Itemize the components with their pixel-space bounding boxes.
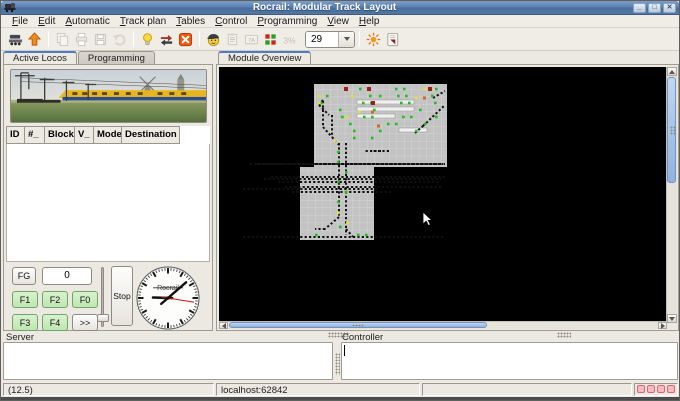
speed-slider[interactable] bbox=[101, 267, 104, 327]
column-header-[interactable]: #_ bbox=[25, 126, 45, 144]
toolbar: 7A 3% 29 bbox=[1, 28, 679, 51]
manual-icon[interactable] bbox=[383, 30, 401, 48]
menu-bar: FileEditAutomaticTrack planTablesControl… bbox=[1, 15, 679, 28]
module-overview-panel bbox=[216, 64, 679, 331]
track-canvas[interactable] bbox=[219, 67, 667, 323]
f4-button[interactable]: F4 bbox=[42, 314, 68, 331]
status-indicator bbox=[657, 385, 665, 393]
menu-view[interactable]: View bbox=[322, 16, 354, 27]
loco-photo bbox=[10, 69, 207, 123]
menu-automatic[interactable]: Automatic bbox=[60, 16, 114, 27]
status-host: localhost:62842 bbox=[216, 383, 420, 396]
column-header-v[interactable]: V_ bbox=[75, 126, 94, 144]
scroll-down-button[interactable] bbox=[667, 314, 677, 323]
functions-more-button[interactable]: >> bbox=[72, 314, 98, 331]
loco-table-body[interactable] bbox=[6, 144, 210, 262]
scroll-up-button[interactable] bbox=[667, 67, 677, 76]
horizontal-scroll-thumb[interactable] bbox=[229, 322, 487, 328]
toolbar-separator bbox=[359, 31, 360, 47]
zoom-dropdown-button[interactable] bbox=[338, 32, 354, 47]
scale-icon: 3% bbox=[280, 30, 298, 48]
loco-table-header: ID#_BlockV_ModeDestination bbox=[6, 126, 210, 144]
function-buttons: F1F2F0 F3F4>> bbox=[12, 291, 100, 331]
zoom-value[interactable]: 29 bbox=[306, 32, 338, 47]
scroll-right-button[interactable] bbox=[658, 322, 667, 329]
stop-button[interactable]: Stop bbox=[111, 266, 133, 326]
menu-help[interactable]: Help bbox=[354, 16, 385, 27]
column-header-destination[interactable]: Destination bbox=[122, 126, 180, 144]
status-indicator bbox=[637, 385, 645, 393]
window-controls: _□✕ bbox=[633, 3, 676, 13]
fast-clock: Rocrail bbox=[135, 265, 201, 331]
text-caret bbox=[344, 345, 345, 356]
status-indicators bbox=[634, 383, 678, 396]
controller-log[interactable] bbox=[341, 342, 678, 380]
f1-button[interactable]: F1 bbox=[12, 291, 38, 308]
toolbar-separator bbox=[48, 31, 49, 47]
power-icon[interactable] bbox=[138, 30, 156, 48]
window-bottom-edge bbox=[1, 397, 679, 401]
f0-button[interactable]: F0 bbox=[72, 291, 98, 308]
window: Rocrail: Modular Track Layout _□✕ FileEd… bbox=[0, 0, 680, 401]
blocks-icon[interactable] bbox=[261, 30, 279, 48]
scroll-left-button[interactable] bbox=[219, 322, 228, 329]
emergency-stop-icon[interactable] bbox=[176, 30, 194, 48]
undo-icon bbox=[110, 30, 128, 48]
tab-active-locos[interactable]: Active Locos bbox=[3, 51, 77, 65]
horizontal-scrollbar[interactable] bbox=[219, 321, 667, 329]
copy-icon bbox=[53, 30, 71, 48]
splitter-handle-vertical[interactable] bbox=[335, 353, 340, 375]
clipboard-icon bbox=[223, 30, 241, 48]
column-header-mode[interactable]: Mode bbox=[94, 126, 122, 144]
minimize-button[interactable]: _ bbox=[633, 3, 646, 13]
toolbar-separator bbox=[199, 31, 200, 47]
upload-icon[interactable] bbox=[25, 30, 43, 48]
status-indicator bbox=[667, 385, 675, 393]
status-extra bbox=[422, 383, 632, 396]
column-header-id[interactable]: ID bbox=[6, 126, 25, 144]
maximize-button[interactable]: □ bbox=[648, 3, 661, 13]
status-bar: (12.5) localhost:62842 bbox=[1, 381, 679, 398]
status-scale: (12.5) bbox=[3, 383, 214, 396]
print-icon bbox=[72, 30, 90, 48]
title-bar: Rocrail: Modular Track Layout _□✕ bbox=[1, 1, 679, 15]
left-tab-strip: Active LocosProgramming bbox=[3, 51, 156, 65]
chevron-down-icon bbox=[344, 37, 350, 41]
power-station-icon[interactable] bbox=[364, 30, 382, 48]
zoom-select[interactable]: 29 bbox=[305, 31, 355, 48]
track-plan-icon[interactable] bbox=[6, 30, 24, 48]
menu-track-plan[interactable]: Track plan bbox=[115, 16, 171, 27]
save-icon bbox=[91, 30, 109, 48]
operator-icon[interactable] bbox=[204, 30, 222, 48]
column-header-block[interactable]: Block bbox=[45, 126, 75, 144]
app-train-icon bbox=[4, 2, 16, 13]
right-tab-strip: Module Overview bbox=[218, 51, 312, 65]
toolbar-separator bbox=[133, 31, 134, 47]
menu-control[interactable]: Control bbox=[210, 16, 252, 27]
server-log[interactable] bbox=[3, 342, 333, 380]
close-button[interactable]: ✕ bbox=[663, 3, 676, 13]
speed-slider-handle[interactable] bbox=[97, 314, 109, 322]
menu-edit[interactable]: Edit bbox=[33, 16, 60, 27]
menu-programming[interactable]: Programming bbox=[252, 16, 322, 27]
f3-button[interactable]: F3 bbox=[12, 314, 38, 331]
window-title: Rocrail: Modular Track Layout bbox=[16, 1, 633, 14]
speed-value-field[interactable]: 0 bbox=[42, 267, 92, 285]
keypad-icon: 7A bbox=[242, 30, 260, 48]
f2-button[interactable]: F2 bbox=[42, 291, 68, 308]
tab-module-overview[interactable]: Module Overview bbox=[218, 51, 311, 65]
active-locos-panel: ID#_BlockV_ModeDestination FG 0 F1F2F0 F3… bbox=[3, 64, 213, 331]
svg-text:7A: 7A bbox=[248, 37, 255, 43]
fg-button[interactable]: FG bbox=[12, 267, 36, 285]
splitter-handle-horizontal-2[interactable] bbox=[557, 332, 571, 338]
menu-tables[interactable]: Tables bbox=[171, 16, 210, 27]
tab-programming[interactable]: Programming bbox=[78, 51, 155, 65]
vertical-scroll-thumb[interactable] bbox=[667, 77, 676, 183]
vertical-scrollbar[interactable] bbox=[666, 67, 677, 323]
auto-mode-icon[interactable] bbox=[157, 30, 175, 48]
svg-text:3%: 3% bbox=[283, 35, 296, 45]
menu-file[interactable]: File bbox=[7, 16, 33, 27]
status-indicator bbox=[647, 385, 655, 393]
